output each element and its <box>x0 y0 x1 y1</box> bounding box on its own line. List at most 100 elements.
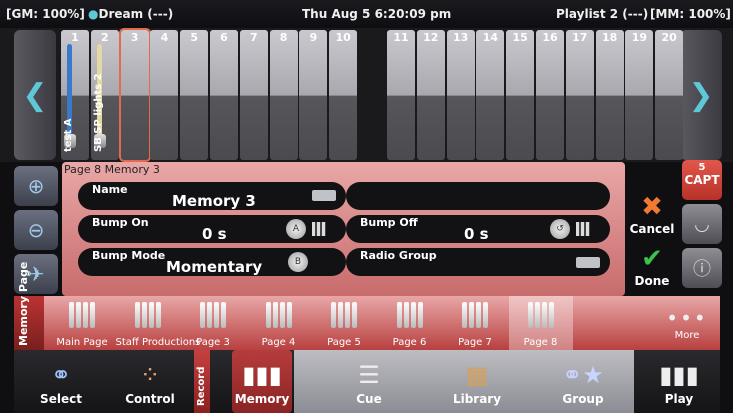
grand-master-status: [GM: 100%] <box>6 7 85 21</box>
name-value: Memory 3 <box>172 192 256 210</box>
memory-page-item[interactable]: Page 4 <box>247 296 311 350</box>
fader-9[interactable]: 9 <box>299 30 328 160</box>
memory-page-item[interactable]: Page 8 <box>508 296 573 350</box>
fader-5[interactable]: 5 <box>180 30 209 160</box>
keyboard-icon[interactable] <box>312 190 336 201</box>
fader-15[interactable]: 15 <box>506 30 535 160</box>
mini-faders-icon <box>526 302 556 330</box>
memory-page-item[interactable]: Main Page <box>50 296 114 350</box>
fader-4[interactable]: 4 <box>150 30 179 160</box>
group-button[interactable]: ⚭★ Group <box>540 350 626 413</box>
bump-on-value: 0 s <box>202 225 227 243</box>
library-book-icon: ▦ <box>465 361 489 389</box>
playlist-status[interactable]: Playlist 2 (---) <box>556 7 648 21</box>
checkmark-icon: ✔ <box>641 244 663 274</box>
library-button[interactable]: ▦ Library <box>432 350 522 413</box>
bump-on-keypad-icon[interactable] <box>312 222 326 236</box>
capture-button[interactable]: 5 CAPT <box>682 160 722 200</box>
fader-20[interactable]: 20 <box>655 30 684 160</box>
fader-14[interactable]: 14 <box>476 30 505 160</box>
memory-faders-icon: ▮▮▮ <box>242 361 282 389</box>
bump-on-dial-icon[interactable]: A <box>286 219 306 239</box>
bump-off-dial-icon[interactable]: ↺ <box>550 219 570 239</box>
fader-8[interactable]: 8 <box>269 30 298 160</box>
mini-faders-icon <box>198 302 228 330</box>
bump-off-value: 0 s <box>464 225 489 243</box>
record-tab[interactable]: Record <box>194 350 210 413</box>
memory-page-item-label: Page 6 <box>392 337 427 348</box>
fader-16[interactable]: 16 <box>536 30 564 160</box>
bowl-icon[interactable]: ◡ <box>682 204 722 244</box>
fader-18[interactable]: 18 <box>595 30 624 160</box>
name-field-extension[interactable] <box>346 182 610 210</box>
fader-17[interactable]: 17 <box>565 30 594 160</box>
play-button[interactable]: ▮▮▮ Play <box>642 350 716 413</box>
bottom-nav: ⚭ Select ⁘ Control Record ▮▮▮ Memory ☰ C… <box>14 350 720 413</box>
fader-12[interactable]: 12 <box>416 30 445 160</box>
bump-on-field[interactable]: Bump On 0 s A <box>78 215 346 243</box>
bump-mode-field[interactable]: Bump Mode Momentary B <box>78 248 346 276</box>
cancel-x-icon: ✖ <box>641 192 663 222</box>
memory-button[interactable]: ▮▮▮ Memory <box>232 350 292 413</box>
name-field[interactable]: Name Memory 3 <box>78 182 346 210</box>
bump-off-keypad-icon[interactable] <box>576 222 590 236</box>
memory-page-bar: Memory Page Main Page Staff Productions Pa… <box>14 262 720 350</box>
control-button[interactable]: ⁘ Control <box>112 350 188 413</box>
fader-number: 20 <box>661 31 677 44</box>
cue-list-icon: ☰ <box>358 361 380 389</box>
fader-label: test A <box>63 118 74 152</box>
fader-7[interactable]: 7 <box>239 30 268 160</box>
fader-number: 10 <box>335 31 351 44</box>
memory-page-item[interactable]: Page 7 <box>443 296 507 350</box>
select-rings-icon: ⚭ <box>50 361 72 389</box>
memory-page-item[interactable]: Page 5 <box>312 296 376 350</box>
show-name[interactable]: ●Dream (---) <box>88 7 173 21</box>
fader-19[interactable]: 19 <box>625 30 654 160</box>
memory-page-item[interactable]: Page 6 <box>378 296 442 350</box>
done-button[interactable]: ✔ Done <box>628 244 676 294</box>
fader-1[interactable]: 1 test A <box>61 30 89 160</box>
select-button[interactable]: ⚭ Select <box>24 350 98 413</box>
fader-2[interactable]: 2 SB SP lights 2 <box>90 30 119 160</box>
play-faders-icon: ▮▮▮ <box>659 361 699 389</box>
fader-number: 1 <box>71 31 79 44</box>
zoom-out-icon[interactable]: ⊖ <box>14 210 58 250</box>
control-label: Control <box>125 392 175 406</box>
fader-number: 11 <box>393 31 409 44</box>
cue-button[interactable]: ☰ Cue <box>324 350 414 413</box>
fader-3[interactable]: 3 <box>118 28 151 162</box>
memory-page-item[interactable]: Staff Productions <box>115 296 201 350</box>
page-right-arrow-icon[interactable]: ❯ <box>680 30 722 160</box>
memory-page-item-label: Page 4 <box>261 337 296 348</box>
info-icon[interactable]: ⓘ <box>682 248 722 288</box>
bump-mode-dial-icon[interactable]: B <box>288 252 308 272</box>
panel-title: Page 8 Memory 3 <box>64 163 160 176</box>
name-label: Name <box>92 183 128 196</box>
memory-editor-panel: Page 8 Memory 3 Name Memory 3 Bump On 0 … <box>62 162 625 296</box>
page-left-arrow-icon[interactable]: ❮ <box>14 30 56 160</box>
clock: Thu Aug 5 6:20:09 pm <box>302 7 452 21</box>
fader-13[interactable]: 13 <box>446 30 475 160</box>
zoom-in-icon[interactable]: ⊕ <box>14 166 58 206</box>
radio-group-field[interactable]: Radio Group <box>346 248 610 276</box>
cancel-button[interactable]: ✖ Cancel <box>628 192 676 242</box>
keyboard-icon[interactable] <box>576 257 600 268</box>
memory-page-item[interactable]: Page 3 <box>181 296 245 350</box>
fader-10[interactable]: 10 <box>329 30 358 160</box>
more-label: More <box>674 330 700 341</box>
memory-page-item-label: Staff Productions <box>115 337 201 348</box>
fader-number: 3 <box>130 31 139 44</box>
fader-number: 13 <box>452 31 469 44</box>
fader-number: 19 <box>631 31 648 44</box>
group-rings-icon: ⚭★ <box>562 361 604 389</box>
cancel-label: Cancel <box>629 222 675 236</box>
more-button[interactable]: ••• More <box>660 306 714 341</box>
fader-11[interactable]: 11 <box>387 30 415 160</box>
fader-6[interactable]: 6 <box>210 30 238 160</box>
memory-page-item-label: Page 7 <box>458 337 492 348</box>
fader-number: 9 <box>309 31 318 44</box>
memory-page-item-label: Page 5 <box>327 337 361 348</box>
bump-off-field[interactable]: Bump Off 0 s ↺ <box>346 215 610 243</box>
fader-number: 18 <box>601 31 618 44</box>
memory-label: Memory <box>234 392 290 406</box>
